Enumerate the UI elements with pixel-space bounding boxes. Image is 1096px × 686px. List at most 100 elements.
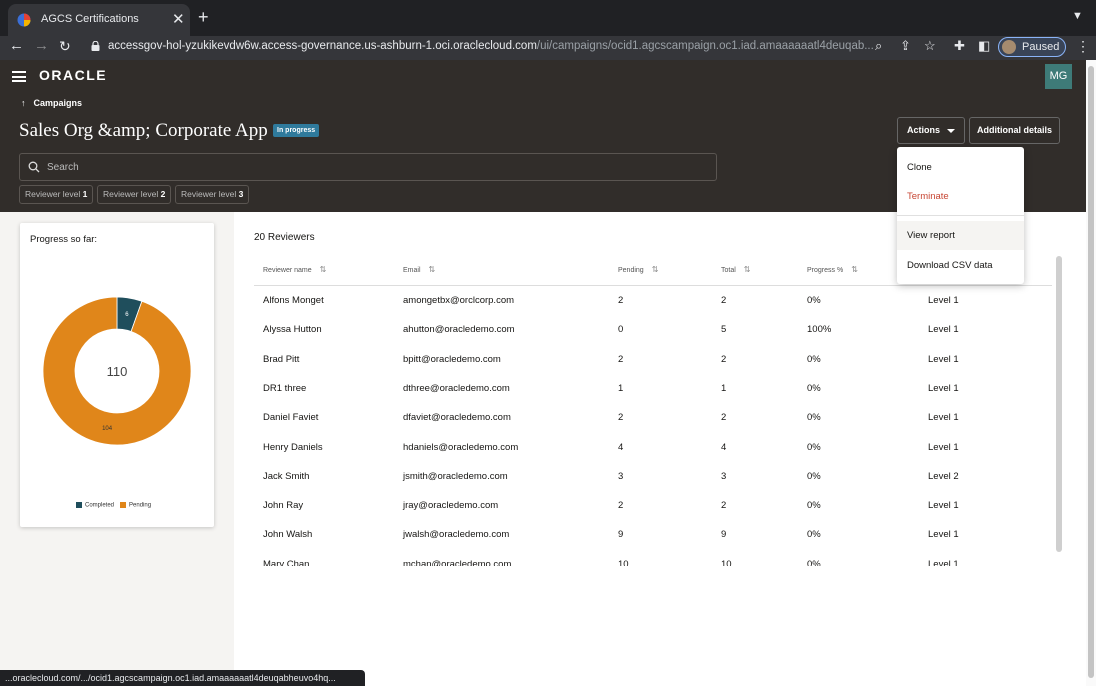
completed-swatch xyxy=(76,502,82,508)
table-row[interactable]: Alfons Monget amongetbx@orclcorp.com 2 2 0% L… xyxy=(254,286,1052,315)
extensions-puzzle-icon[interactable]: ✚ xyxy=(954,38,965,54)
legend-pending[interactable]: Pending xyxy=(120,502,151,509)
cell-reviewer-name: John Ray xyxy=(263,500,304,512)
reload-icon[interactable]: ↻ xyxy=(59,38,71,55)
user-avatar[interactable]: MG xyxy=(1045,64,1072,89)
menu-item-download-csv[interactable]: Download CSV data xyxy=(897,251,1024,280)
cell-email: amongetbx@orclcorp.com xyxy=(403,295,515,306)
browser-toolbar: ← → ↻ accessgov-hol-yzukikevdw6w.access-… xyxy=(0,36,1096,60)
cell-level: Level 1 xyxy=(928,412,959,424)
profile-label: Paused xyxy=(1022,41,1060,53)
cell-progress: 0% xyxy=(807,529,821,541)
reviewers-count: 20 Reviewers xyxy=(254,232,315,243)
table-row[interactable]: Daniel Faviet dfaviet@oracledemo.com 2 2 0% L… xyxy=(254,403,1052,432)
hamburger-menu-icon[interactable] xyxy=(12,71,26,82)
legend-completed[interactable]: Completed xyxy=(76,502,114,509)
cell-pending: 2 xyxy=(618,412,624,424)
sort-icon[interactable]: ⇅ xyxy=(429,265,436,274)
progress-donut-chart: 6 104 110 xyxy=(43,297,191,445)
search-input[interactable] xyxy=(47,157,707,177)
table-row[interactable]: Alyssa Hutton ahutton@oracledemo.com 0 5 100… xyxy=(254,315,1052,344)
cell-total: 2 xyxy=(721,412,727,424)
filter-chip-level-2[interactable]: Reviewer level 2 xyxy=(97,185,172,204)
table-row[interactable]: Mary Chan mchan@oracledemo.com 10 10 0% Level… xyxy=(254,550,1052,566)
page-scrollbar[interactable] xyxy=(1086,60,1096,686)
table-row[interactable]: Jack Smith jsmith@oracledemo.com 3 3 0% Level… xyxy=(254,462,1052,491)
oracle-logo: ORACLE xyxy=(39,67,108,83)
tab-search-chevron-icon[interactable]: ▼ xyxy=(1072,10,1083,22)
sort-icon[interactable]: ⇅ xyxy=(744,265,751,274)
page-title: Sales Org &amp; Corporate App xyxy=(19,120,268,141)
profile-button[interactable]: Paused xyxy=(998,37,1066,57)
tab-close-icon[interactable]: ✕ xyxy=(172,10,185,28)
actions-label: Actions xyxy=(907,125,941,135)
pending-swatch xyxy=(120,502,127,508)
filter-chip-level-3[interactable]: Reviewer level 3 xyxy=(175,185,250,204)
browser-tab[interactable]: AGCS Certifications ✕ xyxy=(8,4,190,36)
address-bar[interactable]: accessgov-hol-yzukikevdw6w.access-govern… xyxy=(108,40,874,52)
chip-level: 1 xyxy=(82,189,88,199)
page-scrollbar-thumb[interactable] xyxy=(1088,66,1094,678)
bookmark-star-icon[interactable]: ☆ xyxy=(924,38,936,54)
cell-total: 5 xyxy=(721,324,727,336)
additional-details-button[interactable]: Additional details xyxy=(969,117,1060,144)
cell-total: 3 xyxy=(721,470,727,482)
cell-progress: 0% xyxy=(807,558,821,566)
cell-pending: 9 xyxy=(618,529,624,541)
forward-icon[interactable]: → xyxy=(34,37,49,54)
cell-total: 2 xyxy=(721,295,727,306)
cell-email: jwalsh@oracledemo.com xyxy=(403,529,510,541)
column-header-reviewer-name[interactable]: Reviewer name ⇅ xyxy=(263,265,326,274)
status-badge: In progress xyxy=(273,124,320,137)
cell-email: mchan@oracledemo.com xyxy=(403,558,512,566)
filter-chip-level-1[interactable]: Reviewer level 1 xyxy=(19,185,94,204)
column-header-progress[interactable]: Progress % ⇅ xyxy=(807,265,858,274)
column-header-total[interactable]: Total ⇅ xyxy=(721,265,751,274)
cell-total: 10 xyxy=(721,558,732,566)
cell-level: Level 1 xyxy=(928,558,959,566)
menu-item-view-report[interactable]: View report xyxy=(897,221,1024,250)
cell-level: Level 2 xyxy=(928,470,959,482)
sort-icon[interactable]: ⇅ xyxy=(851,265,858,274)
column-header-email[interactable]: Email ⇅ xyxy=(403,265,435,274)
cell-pending: 2 xyxy=(618,295,624,306)
cell-total: 2 xyxy=(721,500,727,512)
cell-email: jray@oracledemo.com xyxy=(403,500,499,512)
zoom-icon[interactable]: ⌕ xyxy=(875,38,882,54)
back-icon[interactable]: ← xyxy=(9,37,24,54)
tab-title: AGCS Certifications xyxy=(41,13,139,25)
cell-reviewer-name: Daniel Faviet xyxy=(263,412,319,424)
menu-item-clone[interactable]: Clone xyxy=(897,153,1024,182)
table-row[interactable]: John Ray jray@oracledemo.com 2 2 0% Level 1 xyxy=(254,491,1052,520)
cell-reviewer-name: Henry Daniels xyxy=(263,441,323,453)
cell-progress: 0% xyxy=(807,353,821,365)
cell-email: bpitt@oracledemo.com xyxy=(403,353,501,365)
browser-menu-icon[interactable]: ⋮ xyxy=(1076,38,1090,55)
table-row[interactable]: Brad Pitt bpitt@oracledemo.com 2 2 0% Level 1 xyxy=(254,345,1052,374)
cell-progress: 0% xyxy=(807,441,821,453)
cell-progress: 0% xyxy=(807,412,821,424)
pending-value-label: 104 xyxy=(102,426,113,432)
oracle-favicon-icon xyxy=(17,13,31,27)
table-row[interactable]: Henry Daniels hdaniels@oracledemo.com 4 4 0%… xyxy=(254,433,1052,462)
chip-label: Reviewer level xyxy=(25,189,81,199)
cell-email: jsmith@oracledemo.com xyxy=(403,470,508,482)
column-label: Email xyxy=(403,267,421,274)
cell-progress: 0% xyxy=(807,295,821,306)
cell-progress: 0% xyxy=(807,500,821,512)
sort-icon[interactable]: ⇅ xyxy=(652,265,659,274)
column-header-pending[interactable]: Pending ⇅ xyxy=(618,265,658,274)
breadcrumb[interactable]: ↑ Campaigns xyxy=(21,98,82,108)
sidebar-icon[interactable]: ◧ xyxy=(978,38,990,54)
new-tab-icon[interactable]: + xyxy=(198,7,209,28)
table-row[interactable]: DR1 three dthree@oracledemo.com 1 1 0% Level … xyxy=(254,374,1052,403)
menu-item-terminate[interactable]: Terminate xyxy=(897,182,1024,211)
table-row[interactable]: John Walsh jwalsh@oracledemo.com 9 9 0% Level… xyxy=(254,520,1052,549)
search-field[interactable] xyxy=(19,153,717,181)
sort-icon[interactable]: ⇅ xyxy=(320,265,327,274)
cell-reviewer-name: John Walsh xyxy=(263,529,313,541)
actions-button[interactable]: Actions xyxy=(897,117,965,144)
share-icon[interactable]: ⇪ xyxy=(900,38,911,54)
table-scrollbar[interactable] xyxy=(1056,256,1062,552)
lock-icon[interactable] xyxy=(91,41,100,51)
